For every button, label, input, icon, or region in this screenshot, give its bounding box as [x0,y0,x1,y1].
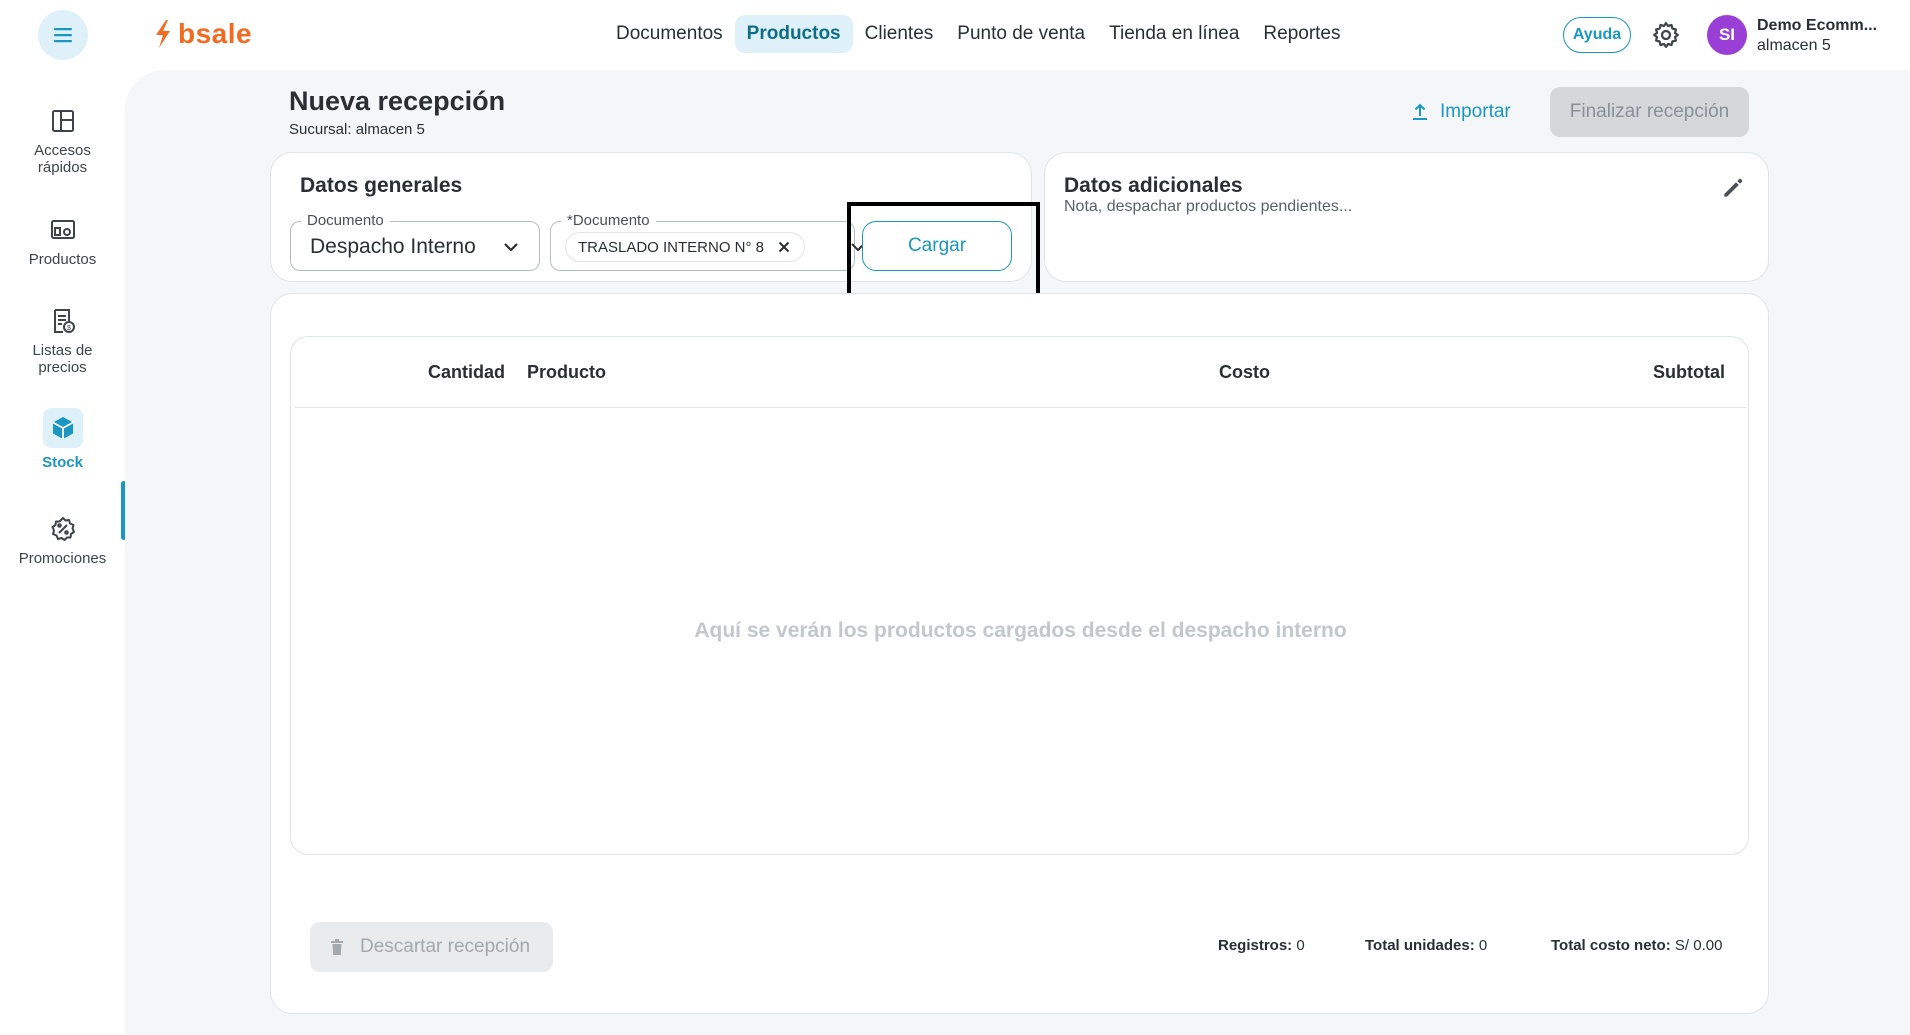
document-type-label: Documento [301,212,390,229]
gear-icon[interactable] [1651,20,1681,50]
user-avatar[interactable]: SI [1707,15,1747,55]
pencil-icon[interactable] [1720,175,1746,201]
document-type-value: Despacho Interno [310,235,476,258]
account-branch: almacen 5 [1757,37,1831,54]
column-header-producto: Producto [527,362,606,382]
selected-document-text: TRASLADO INTERNO N° 8 [578,238,765,256]
total-units: Total unidades: 0 [1365,937,1488,954]
upload-icon [1413,103,1427,120]
import-button-label: Importar [1440,101,1511,122]
account-menu[interactable]: Demo Ecomm... almacen 5 [1757,16,1877,56]
nav-clientes[interactable]: Clientes [853,15,946,53]
sidebar-item-label: Accesos rápidos [34,142,91,176]
load-button[interactable]: Cargar [862,221,1012,271]
box-icon [42,408,83,448]
sidebar-item-listas-de-precios[interactable]: $ Listas de precios [0,306,125,376]
column-header-cantidad: Cantidad [428,362,506,382]
general-data-title: Datos generales [300,174,463,197]
page-subtitle: Sucursal: almacen 5 [289,121,425,138]
selected-document-chip: TRASLADO INTERNO N° 8 [565,232,806,262]
additional-data-title: Datos adicionales [1064,174,1243,197]
products-icon [48,215,78,245]
nav-productos[interactable]: Productos [734,15,853,53]
nav-documentos[interactable]: Documentos [604,15,735,53]
layout-icon [48,106,78,136]
document-number-select[interactable]: *Documento TRASLADO INTERNO N° 8 [550,212,865,271]
sidebar-item-productos[interactable]: Productos [0,215,125,268]
nav-tienda-en-linea[interactable]: Tienda en línea [1097,15,1251,53]
top-bar: bsale Documentos Productos Clientes Punt… [0,0,1910,70]
bsale-logo-text: bsale [178,18,253,49]
discount-icon [48,514,78,544]
nav-punto-de-venta[interactable]: Punto de venta [945,15,1097,53]
bsale-logo-mark-icon [156,20,170,48]
finish-reception-button[interactable]: Finalizar recepción [1550,87,1749,137]
menu-toggle-button[interactable] [38,10,88,60]
additional-data-card[interactable] [1044,152,1769,282]
column-header-subtotal: Subtotal [1653,362,1725,382]
discard-reception-button[interactable]: Descartar recepción [310,922,553,972]
sidebar-item-accesos-rapidos[interactable]: Accesos rápidos [0,106,125,176]
sidebar-item-label: Promociones [18,550,107,567]
bsale-logo[interactable]: bsale [152,18,252,50]
sidebar-item-label: Listas de precios [32,342,93,376]
hamburger-icon [54,28,72,43]
trash-icon [331,939,343,955]
main-navigation: Documentos Productos Clientes Punto de v… [604,15,1353,53]
svg-text:$: $ [67,325,71,332]
sidebar-item-label: Stock [42,454,83,471]
sidebar-item-promociones[interactable]: Promociones [0,514,125,567]
account-name: Demo Ecomm... [1757,17,1878,34]
table-header-divider [295,407,1746,408]
empty-table-message: Aquí se verán los productos cargados des… [694,619,1347,642]
total-net-cost: Total costo neto: S/ 0.00 [1551,937,1723,954]
column-header-costo: Costo [1219,362,1270,382]
close-icon[interactable] [776,239,792,255]
additional-data-note: Nota, despachar productos pendientes... [1064,198,1353,215]
products-table: Cantidad Producto Costo Subtotal Aquí se… [290,336,1749,855]
nav-reportes[interactable]: Reportes [1251,15,1352,53]
document-number-label: *Documento [561,212,656,229]
sidebar: Accesos rápidos Productos $ Listas de pr… [0,70,126,1035]
sidebar-item-stock[interactable]: Stock [0,408,125,471]
records-count: Registros: 0 [1218,937,1305,954]
chevron-down-icon [504,243,518,252]
sidebar-item-label: Productos [28,251,97,268]
import-button[interactable]: Importar [1410,96,1511,128]
help-button[interactable]: Ayuda [1563,17,1631,53]
document-type-select[interactable]: Documento Despacho Interno [290,212,540,271]
discard-reception-label: Descartar recepción [360,936,531,957]
page-title: Nueva recepción [289,86,506,116]
price-list-icon: $ [48,306,78,336]
